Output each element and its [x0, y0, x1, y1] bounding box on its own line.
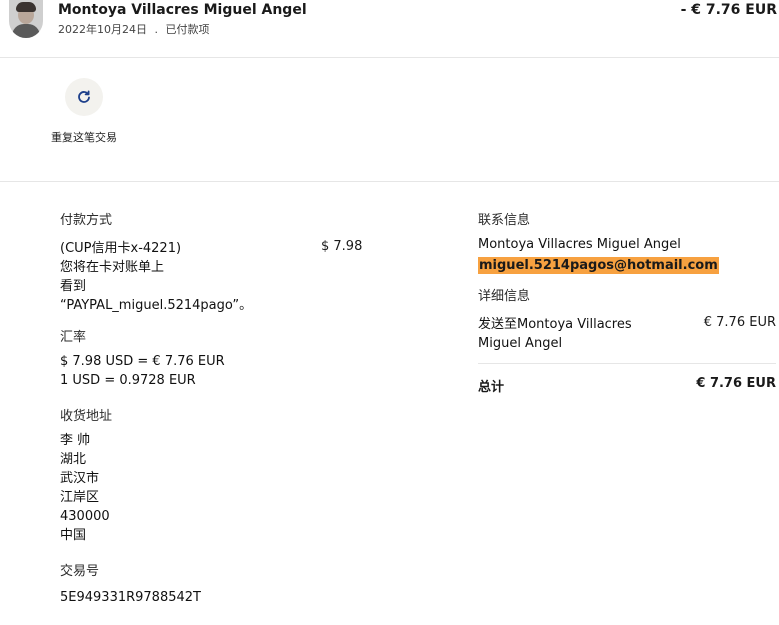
total-row: 总计 € 7.76 EUR — [478, 376, 776, 395]
transaction-id: 5E949331R9788542T — [60, 590, 201, 605]
transaction-status: 已付款项 — [165, 23, 210, 36]
transaction-id-section: 交易号 5E949331R9788542T — [60, 563, 390, 607]
details-title: 详细信息 — [478, 289, 531, 304]
left-column: 付款方式 (CUP信用卡x-4221) $ 7.98 您将在卡对账单上 看到 “… — [60, 212, 390, 607]
contact-section: 联系信息 Montoya Villacres Miguel Angel migu… — [478, 212, 776, 274]
repeat-transaction-button[interactable] — [65, 78, 103, 116]
statement-note-line3: “PAYPAL_miguel.5214pago”。 — [60, 298, 253, 313]
refresh-icon — [78, 90, 90, 103]
contact-email[interactable]: miguel.5214pagos@hotmail.com — [478, 257, 719, 274]
details-section: 详细信息 发送至Montoya Villacres Miguel Angel €… — [478, 288, 776, 395]
details-amount: € 7.76 EUR — [703, 315, 776, 330]
address-line: 江岸区 — [60, 490, 100, 505]
address-line: 湖北 — [60, 452, 87, 467]
address-line: 李 帅 — [60, 433, 91, 448]
transaction-id-title: 交易号 — [60, 564, 100, 579]
subline-separator: . — [154, 23, 159, 36]
statement-note-line2: 看到 — [60, 279, 87, 294]
total-amount: € 7.76 EUR — [696, 376, 776, 391]
avatar-body — [12, 24, 40, 38]
payment-method-row: (CUP信用卡x-4221) $ 7.98 您将在卡对账单上 看到 “PAYPA… — [60, 239, 390, 315]
right-column: 联系信息 Montoya Villacres Miguel Angel migu… — [478, 212, 776, 395]
shipping-address-section: 收货地址 李 帅 湖北 武汉市 江岸区 430000 中国 — [60, 408, 390, 545]
total-label: 总计 — [478, 380, 505, 395]
payment-method-section: 付款方式 (CUP信用卡x-4221) $ 7.98 您将在卡对账单上 看到 “… — [60, 212, 390, 315]
exchange-rate-line2: 1 USD = 0.9728 EUR — [60, 373, 196, 388]
transaction-amount: - € 7.76 EUR — [680, 2, 777, 18]
divider — [0, 181, 779, 182]
exchange-rate-title: 汇率 — [60, 330, 87, 345]
exchange-rate-section: 汇率 $ 7.98 USD = € 7.76 EUR 1 USD = 0.972… — [60, 329, 390, 390]
details-row: 发送至Montoya Villacres Miguel Angel € 7.76… — [478, 315, 776, 353]
address-line: 中国 — [60, 528, 87, 543]
details-recipient-line2: Miguel Angel — [478, 336, 563, 351]
statement-note-line1: 您将在卡对账单上 — [60, 260, 165, 275]
payment-method-title: 付款方式 — [60, 213, 113, 228]
repeat-transaction-action: 重复这笔交易 — [50, 78, 118, 146]
avatar-hair — [16, 2, 36, 12]
transaction-header: Montoya Villacres Miguel Angel 2022年10月2… — [0, 0, 779, 58]
total-divider — [478, 363, 776, 364]
avatar — [9, 0, 43, 38]
contact-name: Montoya Villacres Miguel Angel — [478, 237, 681, 252]
transaction-date: 2022年10月24日 — [58, 23, 147, 36]
address-line: 430000 — [60, 509, 110, 524]
transaction-subline: 2022年10月24日 . 已付款项 — [58, 21, 210, 37]
address-line: 武汉市 — [60, 471, 100, 486]
shipping-address-title: 收货地址 — [60, 409, 113, 424]
payment-amount: $ 7.98 — [321, 239, 363, 254]
exchange-rate-line1: $ 7.98 USD = € 7.76 EUR — [60, 354, 225, 369]
repeat-transaction-label[interactable]: 重复这笔交易 — [50, 130, 118, 146]
contact-title: 联系信息 — [478, 213, 531, 228]
merchant-name: Montoya Villacres Miguel Angel — [58, 2, 307, 18]
